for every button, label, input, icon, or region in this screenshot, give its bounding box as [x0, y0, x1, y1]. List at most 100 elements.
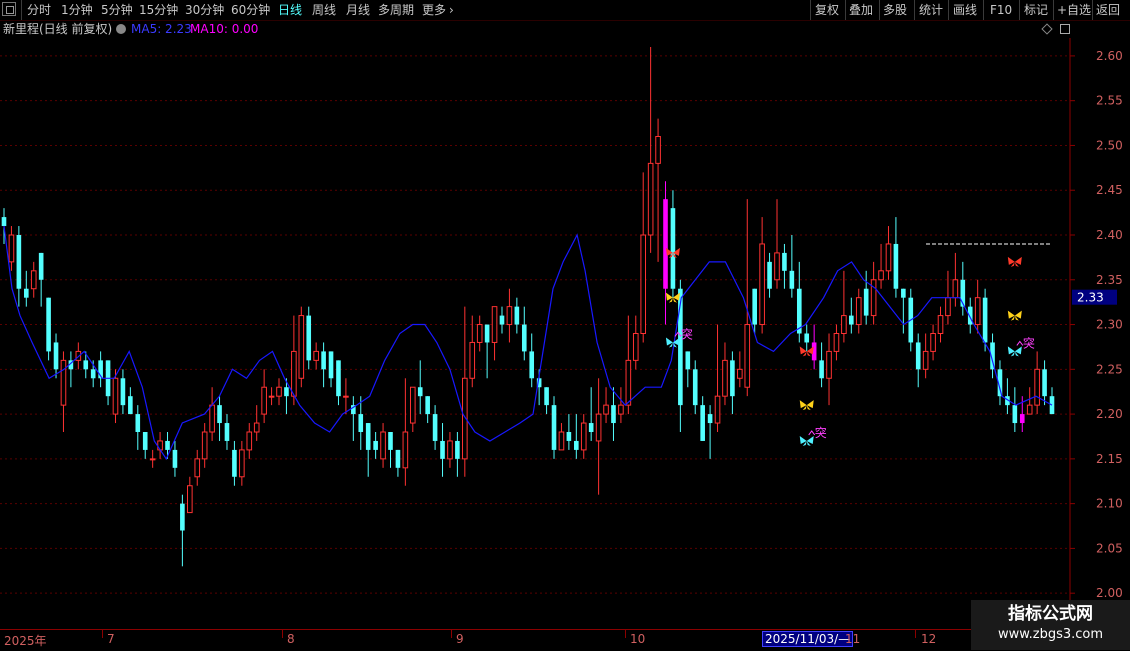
candle-body — [774, 252, 780, 281]
candle-body — [268, 395, 275, 398]
period-tab-multi[interactable]: 多周期 — [378, 2, 414, 18]
candle — [328, 351, 334, 388]
candle-body — [180, 503, 185, 531]
candle — [863, 270, 869, 325]
candle-body — [707, 414, 713, 424]
period-tab-intraday[interactable]: 分时 — [27, 2, 51, 18]
period-tab-5min[interactable]: 5分钟 — [101, 2, 133, 18]
indicator-dropdown-icon[interactable] — [116, 24, 126, 34]
candle-body — [1034, 368, 1040, 406]
candle — [358, 396, 364, 450]
candle-body — [945, 297, 951, 317]
candle-body — [855, 297, 862, 326]
chevron-right-icon[interactable]: › — [449, 2, 454, 18]
candle — [276, 378, 282, 406]
candle — [558, 423, 565, 451]
candle — [46, 297, 51, 361]
candle — [700, 396, 705, 441]
candle-body — [343, 395, 349, 398]
candle-body — [618, 404, 624, 415]
candle — [306, 306, 312, 370]
candle — [469, 315, 476, 388]
candle — [544, 387, 549, 415]
candle — [692, 360, 698, 415]
candle — [737, 351, 743, 388]
candle — [194, 449, 201, 486]
period-tab-weekly[interactable]: 周线 — [312, 2, 336, 18]
period-tab-1min[interactable]: 1分钟 — [61, 2, 93, 18]
candle-body — [663, 199, 668, 289]
candle-body — [313, 350, 319, 361]
overlay-button[interactable]: 叠加 — [849, 2, 873, 18]
candle — [529, 333, 535, 388]
signal-markers: 突突突 — [665, 247, 1035, 446]
back-button[interactable]: 返回 — [1096, 2, 1120, 18]
candle — [432, 405, 438, 450]
candle-body — [365, 423, 371, 450]
candle-body — [849, 315, 854, 325]
candle — [253, 405, 260, 441]
mark-button[interactable]: 标记 — [1024, 2, 1048, 18]
candle-body — [455, 440, 460, 459]
candle-body — [112, 377, 119, 415]
candle — [484, 324, 490, 379]
statistics-button[interactable]: 统计 — [919, 2, 943, 18]
candle-body — [201, 431, 208, 460]
candle-body — [870, 279, 877, 317]
candle-body — [447, 440, 453, 460]
price-flag-group: 2.33 — [1072, 289, 1117, 305]
window-menu-icon[interactable] — [2, 2, 16, 16]
candle-body — [752, 288, 757, 325]
draw-line-button[interactable]: 画线 — [953, 2, 977, 18]
candle — [915, 333, 921, 388]
period-tab-daily[interactable]: 日线 — [278, 2, 302, 18]
y-tick-label: 2.35 — [1096, 273, 1123, 287]
candle-body — [476, 324, 483, 343]
candle-body — [440, 440, 445, 459]
period-tab-monthly[interactable]: 月线 — [346, 2, 370, 18]
candle-body — [425, 396, 430, 415]
candle-body — [901, 288, 906, 298]
candle — [380, 423, 386, 468]
candle-body — [149, 458, 156, 461]
period-tab-30min[interactable]: 30分钟 — [185, 2, 224, 18]
period-tab-15min[interactable]: 15分钟 — [139, 2, 178, 18]
candle-body — [514, 306, 520, 325]
candle-body — [417, 387, 423, 397]
candle — [268, 387, 275, 406]
candle — [632, 315, 639, 370]
candle — [187, 476, 193, 514]
candle — [1012, 387, 1018, 432]
divider — [1092, 0, 1093, 20]
period-tab-60min[interactable]: 60分钟 — [231, 2, 270, 18]
candle-body — [937, 315, 944, 335]
candle-body — [603, 404, 609, 415]
candle — [180, 494, 185, 567]
y-tick-label: 2.40 — [1096, 228, 1123, 242]
candle — [819, 342, 824, 388]
butterfly-icon — [1007, 256, 1022, 267]
candlestick-chart[interactable]: 2.00 2.05 2.10 2.15 2.20 2.25 2.30 2.35 2.40 2.45… — [0, 38, 1130, 629]
adjust-button[interactable]: 复权 — [815, 2, 839, 18]
candle-body — [373, 440, 378, 450]
candle — [455, 432, 460, 477]
candle-body — [432, 414, 438, 441]
candle — [774, 199, 780, 289]
candle-body — [172, 449, 178, 468]
candle — [232, 440, 237, 486]
multi-stock-button[interactable]: 多股 — [883, 2, 907, 18]
candle-body — [328, 351, 334, 379]
butterfly-icon — [665, 337, 680, 348]
add-watchlist-button[interactable]: +自选 — [1057, 2, 1091, 18]
candle-body — [974, 297, 981, 326]
candle — [313, 342, 319, 370]
candle — [878, 243, 884, 289]
y-tick-label: 2.15 — [1096, 452, 1123, 466]
divider — [21, 0, 22, 20]
f10-button[interactable]: F10 — [990, 2, 1012, 18]
butterfly-icon — [1007, 310, 1022, 321]
panel-icon[interactable] — [1060, 24, 1070, 34]
candle — [514, 297, 520, 334]
candle-body — [53, 342, 59, 370]
period-tab-more[interactable]: 更多 — [422, 2, 446, 18]
